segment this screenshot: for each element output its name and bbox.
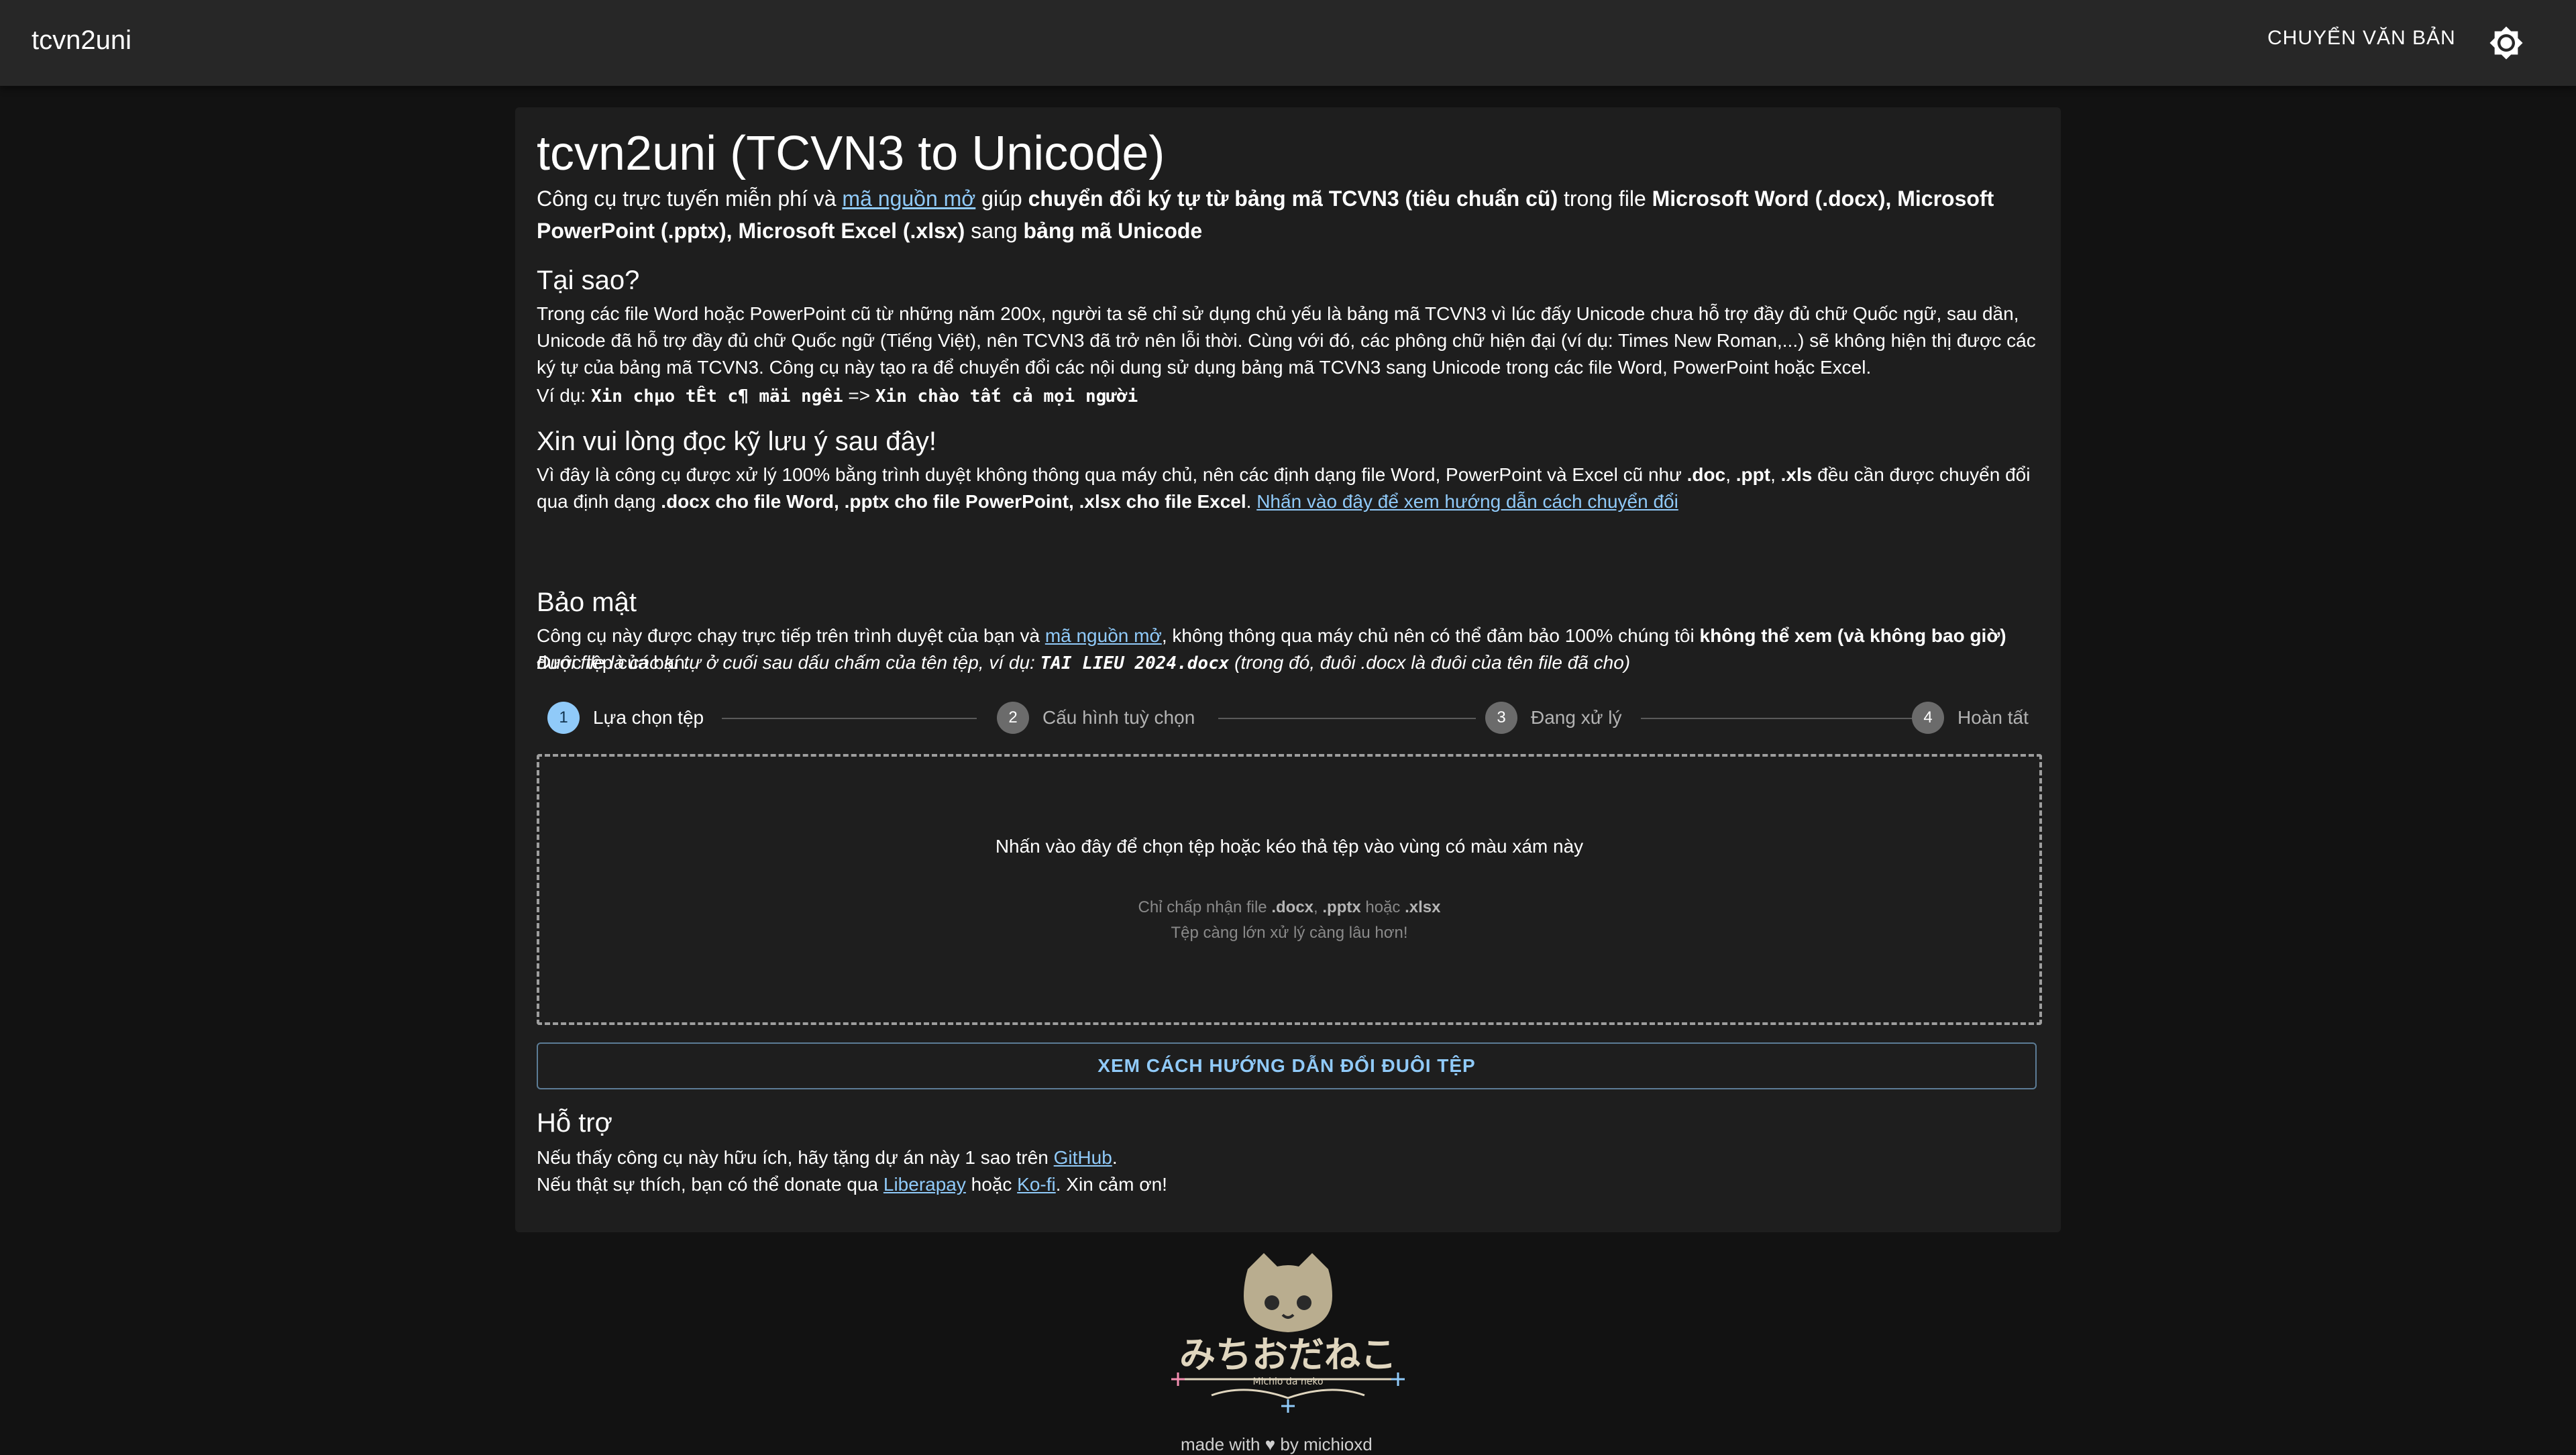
conversion-guide-link[interactable]: Nhấn vào đây để xem hướng dẫn cách chuyể… [1256, 491, 1678, 512]
support-suffix-1: . [1112, 1147, 1118, 1168]
open-source-link[interactable]: mã nguồn mở [842, 186, 975, 211]
notice-dot: . [1246, 491, 1252, 512]
step-label: Cấu hình tuỳ chọn [1042, 707, 1195, 728]
step-done: 4 Hoàn tất [1912, 698, 2029, 738]
accept-or: hoặc [1365, 898, 1401, 916]
size-note: Tệp càng lớn xử lý càng lâu hơn! [1171, 924, 1408, 942]
accepted-formats: Chỉ chấp nhận file .docx, .pptx hoặc .xl… [539, 895, 2039, 920]
github-link[interactable]: GitHub [1054, 1147, 1112, 1168]
intro-bold-unicode: bảng mã Unicode [1023, 219, 1203, 243]
intro-text: Công cụ trực tuyến miễn phí và mã nguồn … [537, 182, 2039, 247]
step-connector [722, 718, 977, 719]
step-label: Đang xử lý [1531, 707, 1622, 728]
stepper: 1 Lựa chọn tệp 2 Cấu hình tuỳ chọn 3 Đan… [547, 698, 2029, 738]
step-label: Lựa chọn tệp [593, 707, 704, 728]
accept-prefix: Chỉ chấp nhận file [1138, 898, 1267, 916]
why-text: Trong các file Word hoặc PowerPoint cũ t… [537, 303, 2036, 378]
support-or: hoặc [971, 1174, 1012, 1195]
step-number: 2 [997, 702, 1029, 734]
security-open-source-link[interactable]: mã nguồn mở [1045, 625, 1162, 646]
support-prefix-2: Nếu thật sự thích, bạn có thể donate qua [537, 1174, 879, 1195]
michio-da-neko-logo: みちおだねこ Michio da neko [1165, 1249, 1411, 1423]
step-connector [1641, 718, 1916, 719]
notice-fmt-doc: .doc [1686, 464, 1726, 485]
step-label: Hoàn tất [1957, 707, 2029, 728]
intro-prefix: Công cụ trực tuyến miễn phí và [537, 186, 837, 211]
example-before: Xin chµo tÊt c¶ mäi ng­êi [590, 386, 843, 407]
step-processing: 3 Đang xử lý [1485, 698, 1621, 738]
security-heading: Bảo mật [537, 588, 637, 617]
notice-prefix: Vì đây là công cụ được xử lý 100% bằng t… [537, 464, 1682, 485]
cat-logo-icon: みちおだねこ Michio da neko [1171, 1253, 1405, 1413]
example-line: Ví dụ: Xin chµo tÊt c¶ mäi ng­êi => Xin … [537, 382, 2039, 410]
intro-mid3: sang [971, 219, 1018, 243]
convert-text-nav-button[interactable]: CHUYỂN VĂN BẢN [2267, 27, 2456, 50]
notice-fmt-xls: .xls [1780, 464, 1813, 485]
intro-mid: giúp [981, 186, 1022, 211]
step-number: 3 [1485, 702, 1517, 734]
step-number: 1 [547, 702, 580, 734]
support-line-1: Nếu thấy công cụ này hữu ích, hãy tặng d… [537, 1144, 2039, 1171]
dropzone-hint: Chỉ chấp nhận file .docx, .pptx hoặc .xl… [539, 895, 2039, 946]
example-label: Ví dụ: [537, 385, 586, 406]
security-text: Công cụ này được chạy trực tiếp trên trì… [537, 623, 2039, 676]
intro-bold-tcvn3: chuyển đổi ký tự từ bảng mã TCVN3 (tiêu … [1028, 186, 1558, 211]
accept-xlsx: .xlsx [1405, 898, 1441, 916]
extension-guide-button[interactable]: XEM CÁCH HƯỚNG DẪN ĐỔI ĐUÔI TỆP [537, 1042, 2037, 1089]
support-line-2: Nếu thật sự thích, bạn có thể donate qua… [537, 1171, 2039, 1198]
main-card: tcvn2uni (TCVN3 to Unicode) Công cụ trực… [515, 107, 2061, 1232]
accept-docx: .docx [1271, 898, 1314, 916]
accept-pptx: .pptx [1322, 898, 1361, 916]
brand-title[interactable]: tcvn2uni [32, 25, 131, 56]
notice-sep: , [1725, 464, 1731, 485]
step-connector [1218, 718, 1476, 719]
accept-sep: , [1313, 898, 1318, 916]
security-mid: , không thông qua máy chủ nên có thể đảm… [1161, 625, 1695, 646]
why-heading: Tại sao? [537, 266, 640, 295]
intro-mid2: trong file [1564, 186, 1646, 211]
example-arrow: => [848, 385, 871, 406]
notice-sep: , [1770, 464, 1776, 485]
page-title: tcvn2uni (TCVN3 to Unicode) [537, 127, 1165, 180]
step-configure: 2 Cấu hình tuỳ chọn [997, 698, 1195, 738]
theme-toggle-button[interactable] [2489, 25, 2524, 60]
app-bar: tcvn2uni CHUYỂN VĂN BẢN [0, 0, 2576, 86]
step-select-file: 1 Lựa chọn tệp [547, 698, 704, 738]
support-heading: Hỗ trợ [537, 1108, 612, 1138]
logo-japanese-text: みちおだねこ [1179, 1334, 1397, 1376]
file-dropzone[interactable]: Nhấn vào đây để chọn tệp hoặc kéo thả tệ… [537, 754, 2042, 1025]
brightness-icon [2489, 26, 2523, 60]
dropzone-instruction: Nhấn vào đây để chọn tệp hoặc kéo thả tệ… [995, 836, 1584, 857]
step-number: 4 [1912, 702, 1944, 734]
notice-fmt-ppt: .ppt [1735, 464, 1771, 485]
example-after: Xin chào tất cả mọi người [875, 386, 1138, 407]
kofi-link[interactable]: Ko-fi [1017, 1174, 1056, 1195]
security-bold: không thể xem (và không bao giờ) [1699, 625, 2006, 646]
security-suffix: được tệp của bạn. [537, 652, 690, 673]
security-prefix: Công cụ này được chạy trực tiếp trên trì… [537, 625, 1040, 646]
support-prefix-1: Nếu thấy công cụ này hữu ích, hãy tặng d… [537, 1147, 1049, 1168]
notice-bold-formats: .docx cho file Word, .pptx cho file Powe… [661, 491, 1246, 512]
logo-romaji-text: Michio da neko [1252, 1377, 1323, 1387]
notice-heading: Xin vui lòng đọc kỹ lưu ý sau đây! [537, 427, 936, 456]
liberapay-link[interactable]: Liberapay [883, 1174, 966, 1195]
notice-text: Vì đây là công cụ được xử lý 100% bằng t… [537, 462, 2039, 515]
made-with-text: made with ♥ by michioxd [1181, 1434, 1373, 1454]
support-suffix-2: . Xin cảm ơn! [1055, 1174, 1167, 1195]
